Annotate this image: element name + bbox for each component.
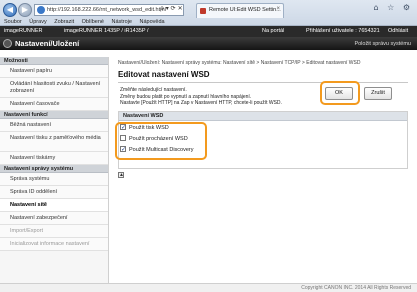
logout-link[interactable]: Odhlásit	[388, 26, 408, 37]
sidebar: Možnosti Nastavení papíru Ovládání hlasi…	[0, 57, 109, 283]
sidebar-item-paper-settings[interactable]: Nastavení papíru	[0, 65, 108, 78]
sidebar-item-volume-display[interactable]: Ovládání hlasitosti zvuku / Nastavení zo…	[0, 78, 108, 98]
browser-toolbar-icons[interactable]: ⌂ ☆ ⚙	[373, 3, 413, 12]
system-management-link[interactable]: Položit správu systému	[354, 40, 411, 48]
header-title: Nastavení/Uložení	[15, 39, 80, 48]
ok-button[interactable]: OK	[325, 87, 353, 100]
sidebar-item-printer-settings[interactable]: Nastavení tiskárny	[0, 152, 108, 165]
menu-item[interactable]: Zobrazit	[54, 19, 74, 25]
sidebar-item-memory-media-print[interactable]: Nastavení tisku z paměťového média	[0, 132, 108, 152]
back-to-top-icon[interactable]: ▲	[118, 172, 124, 178]
forward-arrow-icon[interactable]: ▶	[18, 3, 32, 17]
tab-close-icon[interactable]: ×	[276, 6, 280, 12]
sidebar-item-import-export[interactable]: Import/Export	[0, 225, 108, 238]
tab-title: Remote UI:Edit WSD Settin...	[209, 7, 281, 13]
sidebar-item-network-settings[interactable]: Nastavení sítě	[0, 199, 108, 212]
portal-link[interactable]: Na portál	[262, 26, 284, 37]
address-tools[interactable]: ρ ▾ ⟳ ✕	[160, 4, 183, 14]
sidebar-item-department-id[interactable]: Správa ID oddělení	[0, 186, 108, 199]
menu-bar: Soubor Úpravy Zobrazit Oblíbené Nástroje…	[0, 18, 417, 26]
sidebar-item-timer-settings[interactable]: Nastavení časovače	[0, 98, 108, 111]
menu-item[interactable]: Úpravy	[29, 19, 46, 25]
breadcrumb: Nastavení/Uložení: Nastavení správy syst…	[118, 60, 361, 66]
menu-item[interactable]: Nápověda	[140, 19, 165, 25]
address-url: http://192.168.222.66/rnt_network_wsd_ed…	[47, 7, 166, 13]
page-title: Editovat nastavení WSD	[118, 70, 210, 79]
status-bar: Copyright CANON INC. 2014 All Rights Res…	[0, 283, 417, 292]
back-arrow-icon[interactable]: ◀	[3, 3, 17, 17]
description: Změňte následující nastavení. Změny budo…	[120, 87, 320, 107]
menu-item[interactable]: Soubor	[4, 19, 22, 25]
header-top-bar: imageRUNNER imageRUNNER 1435P / iR1435P …	[0, 26, 417, 37]
sidebar-heading: Nastavení funkcí	[0, 111, 108, 119]
sidebar-heading: Nastavení správy systému	[0, 165, 108, 173]
cancel-button[interactable]: Zrušit	[364, 87, 392, 100]
brand-label: imageRUNNER	[4, 28, 43, 34]
main-content: Nastavení/Uložení: Nastavení správy syst…	[110, 57, 417, 283]
options-highlight	[115, 122, 207, 160]
header-title-bar: Nastavení/Uložení Položit správu systému	[0, 37, 417, 50]
canon-favicon-icon	[200, 8, 206, 14]
sidebar-heading: Možnosti	[0, 57, 108, 65]
section-heading: Nastavení WSD	[119, 112, 407, 121]
sidebar-item-system-management[interactable]: Správa systému	[0, 173, 108, 186]
user-label: Přihlášení uživatele : 7654321	[306, 28, 380, 34]
browser-tab[interactable]: Remote UI:Edit WSD Settin... ×	[196, 3, 284, 18]
settings-icon	[3, 39, 12, 48]
copyright: Copyright CANON INC. 2014 All Rights Res…	[301, 285, 411, 291]
sidebar-item-initialize-settings[interactable]: Inicializovat informace nastavení	[0, 238, 108, 251]
site-icon	[37, 6, 45, 14]
sidebar-item-security-settings[interactable]: Nastavení zabezpečení	[0, 212, 108, 225]
browser-chrome: ◀ ▶ http://192.168.222.66/rnt_network_ws…	[0, 0, 417, 26]
menu-item[interactable]: Oblíbené	[82, 19, 104, 25]
description-line: Nastavte [Použít HTTP] na Zap v Nastaven…	[120, 100, 282, 106]
divider	[118, 82, 408, 83]
sidebar-item-common-settings[interactable]: Běžná nastavení	[0, 119, 108, 132]
menu-item[interactable]: Nástroje	[112, 19, 132, 25]
model-label: imageRUNNER 1435P / iR1435P /	[64, 28, 149, 34]
remote-ui-header: imageRUNNER imageRUNNER 1435P / iR1435P …	[0, 26, 417, 50]
